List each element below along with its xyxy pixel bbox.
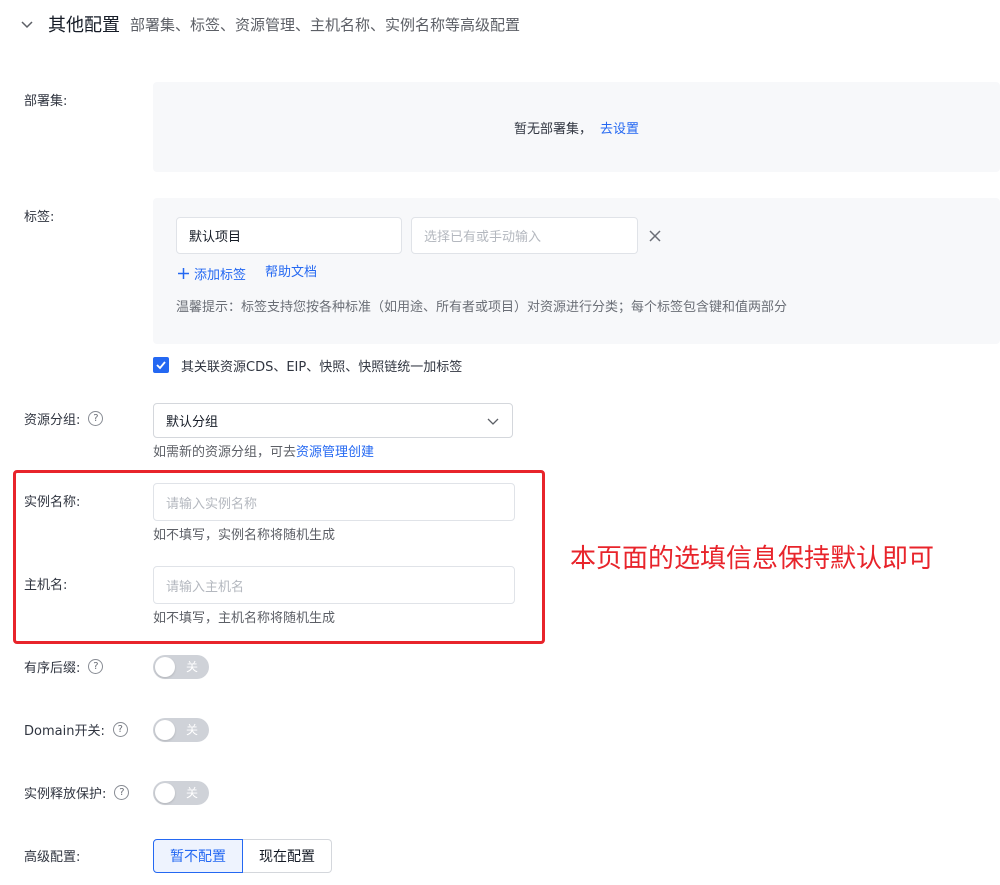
- deployment-empty-text: 暂无部署集，: [513, 121, 592, 137]
- help-icon[interactable]: ?: [112, 721, 128, 737]
- advanced-option-now[interactable]: 现在配置: [243, 839, 332, 873]
- resource-group-select[interactable]: 默认分组: [153, 403, 513, 438]
- instance-name-label: 实例名称:: [24, 494, 81, 510]
- deployment-panel: 暂无部署集， 去设置: [153, 82, 1000, 172]
- domain-switch-label: Domain开关: ?: [24, 719, 128, 739]
- tags-tip: 温馨提示：标签支持您按各种标准（如用途、所有者或项目）对资源进行分类；每个标签包…: [176, 300, 788, 315]
- toggle-knob: [155, 720, 175, 740]
- tag-value-input[interactable]: 选择已有或手动输入: [411, 217, 638, 254]
- help-icon[interactable]: ?: [88, 410, 104, 426]
- host-name-input[interactable]: 请输入主机名: [153, 566, 515, 604]
- tags-label: 标签:: [24, 209, 55, 225]
- advanced-option-not-now[interactable]: 暂不配置: [153, 839, 243, 873]
- section-title: 其他配置: [48, 15, 120, 36]
- close-icon[interactable]: [648, 229, 662, 243]
- help-icon[interactable]: ?: [88, 658, 104, 674]
- section-subtitle: 部署集、标签、资源管理、主机名称、实例名称等高级配置: [130, 15, 521, 34]
- host-name-label: 主机名:: [24, 577, 68, 593]
- instance-name-input[interactable]: 请输入实例名称: [153, 483, 515, 521]
- checkbox-checked-icon[interactable]: [153, 357, 169, 373]
- annotation-text: 本页面的选填信息保持默认即可: [570, 544, 935, 574]
- advanced-label: 高级配置:: [24, 849, 81, 865]
- help-icon[interactable]: ?: [114, 784, 130, 800]
- related-resources-checkbox[interactable]: 其关联资源CDS、EIP、快照、快照链统一加标签: [153, 356, 462, 375]
- plus-icon: [178, 267, 189, 279]
- add-tag-button[interactable]: 添加标签: [177, 263, 246, 283]
- host-name-hint: 如不填写，主机名称将随机生成: [153, 611, 336, 626]
- resource-group-hint: 如需新的资源分组，可去资源管理创建: [153, 445, 375, 460]
- chevron-down-icon: [487, 418, 499, 425]
- ordered-suffix-label: 有序后缀: ?: [24, 656, 104, 676]
- release-protect-label: 实例释放保护: ?: [24, 782, 130, 802]
- ordered-suffix-toggle[interactable]: 关: [153, 655, 209, 679]
- instance-name-hint: 如不填写，实例名称将随机生成: [153, 528, 336, 543]
- help-doc-link[interactable]: 帮助文档: [265, 263, 317, 283]
- resource-group-label: 资源分组: ?: [24, 408, 104, 428]
- chevron-down-icon[interactable]: [18, 15, 36, 33]
- toggle-knob: [155, 657, 175, 677]
- toggle-knob: [155, 783, 175, 803]
- section-header[interactable]: 其他配置 部署集、标签、资源管理、主机名称、实例名称等高级配置: [18, 8, 520, 40]
- deployment-label: 部署集:: [24, 93, 68, 109]
- deployment-setup-link[interactable]: 去设置: [600, 118, 639, 137]
- release-protect-toggle[interactable]: 关: [153, 781, 209, 805]
- resource-manage-link[interactable]: 资源管理创建: [296, 445, 374, 460]
- domain-switch-toggle[interactable]: 关: [153, 718, 209, 742]
- tag-key-input[interactable]: 默认项目: [176, 217, 402, 254]
